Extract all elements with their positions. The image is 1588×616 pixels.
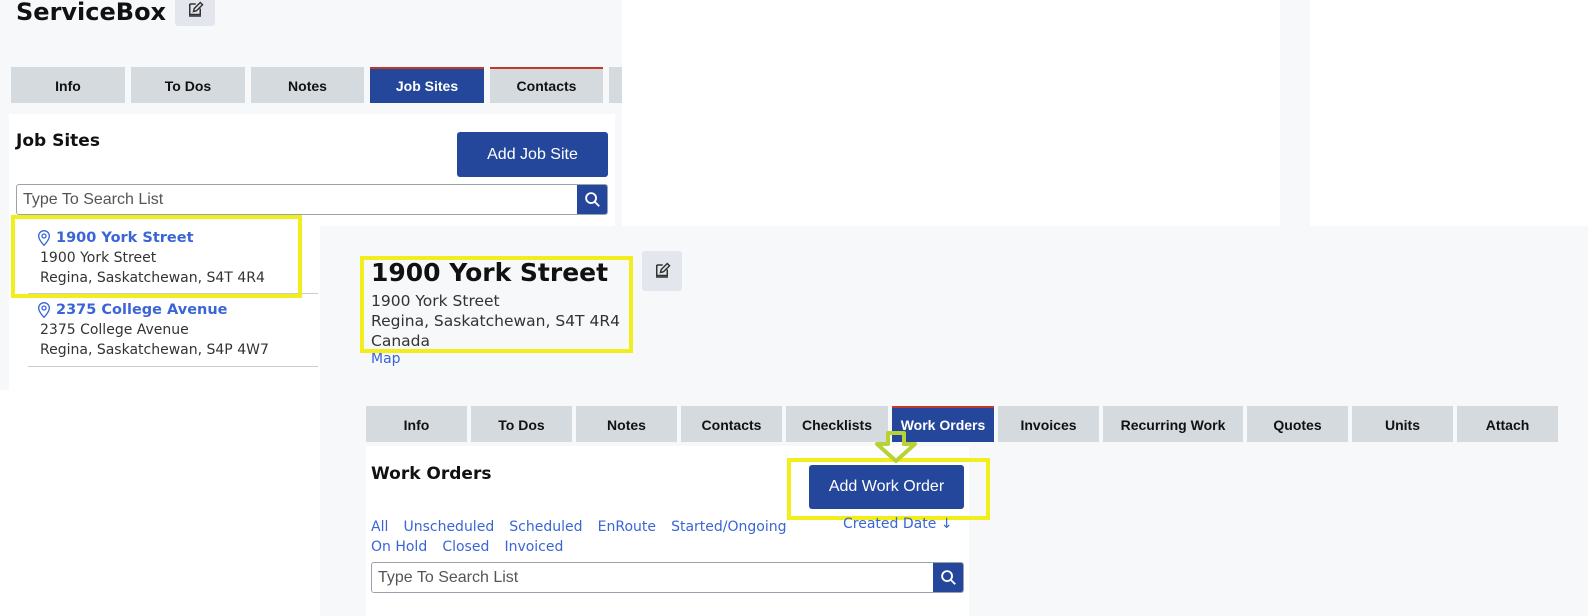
work-orders-heading: Work Orders xyxy=(371,464,492,484)
sort-label: Created Date xyxy=(843,516,937,532)
edit-icon xyxy=(656,262,671,278)
filter-enroute[interactable]: EnRoute xyxy=(598,519,656,535)
highlight-box xyxy=(787,458,990,520)
list-divider xyxy=(28,366,318,367)
job-sites-heading: Job Sites xyxy=(16,131,100,151)
status-filters-row-2: On Hold Closed Invoiced xyxy=(371,536,573,555)
filter-invoiced[interactable]: Invoiced xyxy=(504,539,563,555)
site-name-link[interactable]: 2375 College Avenue xyxy=(56,300,228,320)
site-street: 2375 College Avenue xyxy=(40,322,189,338)
filter-started-ongoing[interactable]: Started/Ongoing xyxy=(671,519,786,535)
tab-notes[interactable]: Notes xyxy=(576,406,677,442)
site-city: Regina, Saskatchewan, S4P 4W7 xyxy=(40,342,269,358)
background-strip xyxy=(1280,0,1310,226)
tab-contacts[interactable]: Contacts xyxy=(490,67,603,103)
filter-unscheduled[interactable]: Unscheduled xyxy=(403,519,494,535)
filter-scheduled[interactable]: Scheduled xyxy=(509,519,582,535)
tab-to-dos[interactable]: To Dos xyxy=(471,406,572,442)
edit-button[interactable] xyxy=(175,0,215,26)
filter-closed[interactable]: Closed xyxy=(442,539,489,555)
map-link[interactable]: Map xyxy=(371,351,401,367)
job-sites-search xyxy=(16,184,608,215)
tab-contacts[interactable]: Contacts xyxy=(681,406,782,442)
work-orders-search xyxy=(371,562,964,593)
location-pin-icon xyxy=(37,302,51,319)
tab-units[interactable]: Units xyxy=(1352,406,1453,442)
tab-quotes[interactable]: Quotes xyxy=(1247,406,1348,442)
job-sites-search-button[interactable] xyxy=(577,185,607,214)
work-orders-search-button[interactable] xyxy=(933,563,963,592)
highlight-box xyxy=(360,256,633,353)
search-icon xyxy=(940,570,956,585)
filter-all[interactable]: All xyxy=(371,519,388,535)
tab-invoices[interactable]: Invoices xyxy=(998,406,1099,442)
sort-control[interactable]: Created Date ↓ xyxy=(843,516,953,532)
edit-icon xyxy=(189,1,204,17)
tab-info[interactable]: Info xyxy=(366,406,467,442)
arrow-down-icon: ↓ xyxy=(940,516,953,532)
tab-notes[interactable]: Notes xyxy=(251,67,364,103)
search-icon xyxy=(584,192,600,207)
tab-info[interactable]: Info xyxy=(11,67,125,103)
tab-job-sites[interactable]: Job Sites xyxy=(370,67,484,103)
edit-button[interactable] xyxy=(642,251,682,291)
pointer-arrow-icon xyxy=(875,431,917,463)
tab-recurring-work[interactable]: Recurring Work xyxy=(1103,406,1243,442)
tab-overflow[interactable] xyxy=(609,67,622,103)
status-filters-row-1: All Unscheduled Scheduled EnRoute Starte… xyxy=(371,516,797,535)
tab-attach[interactable]: Attach xyxy=(1457,406,1558,442)
page-title: ServiceBox xyxy=(16,0,167,26)
filter-on-hold[interactable]: On Hold xyxy=(371,539,427,555)
add-job-site-button[interactable]: Add Job Site xyxy=(457,132,608,177)
job-sites-search-input[interactable] xyxy=(17,185,577,214)
work-orders-search-input[interactable] xyxy=(372,563,933,592)
highlight-box xyxy=(11,215,302,298)
tab-to-dos[interactable]: To Dos xyxy=(131,67,245,103)
list-item[interactable]: 2375 College Avenue 2375 College Avenue … xyxy=(36,300,269,360)
